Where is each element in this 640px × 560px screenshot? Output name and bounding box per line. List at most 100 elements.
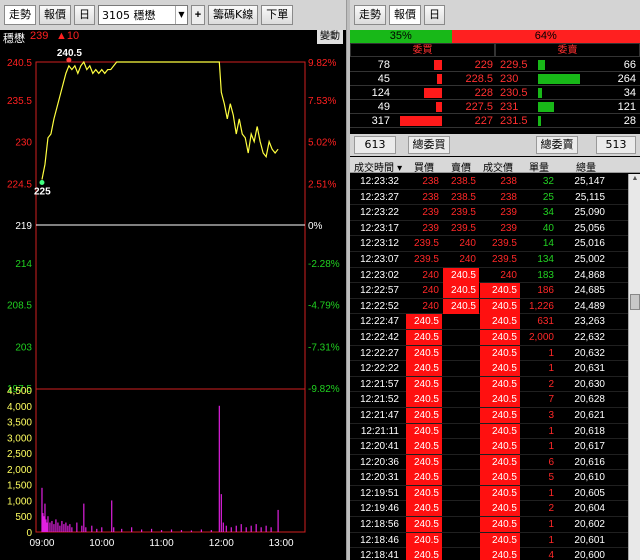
tab-day[interactable]: 日 — [424, 5, 445, 25]
ask-volume: 34 — [623, 87, 636, 99]
trade-ask: 240.5 — [443, 283, 479, 299]
trade-row[interactable]: 12:20:41 240.5 240.5 1 20,617 — [350, 439, 628, 455]
ask-depth-bar — [538, 60, 546, 70]
trade-row[interactable]: 12:21:47 240.5 240.5 3 20,621 — [350, 407, 628, 424]
trade-time: 12:18:46 — [360, 534, 399, 546]
trade-row[interactable]: 12:23:12 239.5 240 239.5 14 25,016 — [350, 236, 628, 252]
buy-ratio: 35% — [350, 30, 452, 43]
trade-time: 12:22:42 — [360, 331, 399, 343]
trade-row[interactable]: 12:23:07 239.5 240 239.5 134 25,002 — [350, 252, 628, 268]
trade-row[interactable]: 12:22:27 240.5 240.5 1 20,632 — [350, 345, 628, 362]
trade-price: 238 — [500, 176, 517, 187]
time-tick-label: 12:00 — [209, 538, 234, 549]
trade-ask — [443, 392, 479, 407]
trade-row[interactable]: 12:19:46 240.5 240.5 2 20,604 — [350, 501, 628, 518]
percent-tick-label: -2.28% — [308, 259, 340, 270]
trade-bid: 240.5 — [406, 314, 442, 330]
stock-select[interactable]: 3105 穩懋 ▼ — [98, 5, 188, 25]
trade-price: 239 — [500, 222, 517, 234]
volume-tick-label: 1,500 — [7, 481, 32, 492]
bid-total-label[interactable]: 總委買 — [408, 136, 450, 154]
percent-tick-label: -9.82% — [308, 384, 340, 395]
orderbook-row[interactable]: 78 229 229.5 66 — [350, 58, 640, 72]
tab-trend[interactable]: 走勢 — [4, 5, 36, 25]
trade-row[interactable]: 12:18:41 240.5 240.5 4 20,600 — [350, 548, 628, 560]
trade-time: 12:21:57 — [360, 378, 399, 390]
trade-price: 240.5 — [480, 314, 520, 330]
trade-row[interactable]: 12:23:02 240 240.5 240 183 24,868 — [350, 267, 628, 284]
orderbook-row[interactable]: 124 228 230.5 34 — [350, 86, 640, 100]
time-tick-label: 11:00 — [149, 538, 174, 549]
tab-quote[interactable]: 報價 — [39, 5, 71, 25]
trade-row[interactable]: 12:22:42 240.5 240.5 2,000 22,632 — [350, 329, 628, 346]
price-tick-label: 219 — [15, 221, 32, 232]
orderbook-buy-header: 委買 — [350, 43, 495, 57]
trade-ask — [443, 361, 479, 376]
trade-row[interactable]: 12:22:22 240.5 240.5 1 20,631 — [350, 361, 628, 377]
tab-trend[interactable]: 走勢 — [354, 5, 386, 25]
trade-row[interactable]: 12:23:32 238 238.5 238 32 25,147 — [350, 174, 628, 190]
orderbook-row[interactable]: 45 228.5 230 264 — [350, 72, 640, 86]
trade-volume: 1 — [548, 425, 554, 437]
trade-row[interactable]: 12:23:22 239 239.5 239 34 25,090 — [350, 205, 628, 221]
trade-time: 12:23:02 — [360, 269, 399, 281]
scroll-thumb[interactable] — [630, 294, 640, 310]
trade-total: 20,618 — [574, 425, 605, 437]
orderbook-row[interactable]: 317 227 231.5 28 — [350, 114, 640, 128]
tab-quote[interactable]: 報價 — [389, 5, 421, 25]
scroll-up-icon[interactable]: ▲ — [630, 175, 640, 185]
trade-volume: 2 — [548, 378, 554, 390]
trade-total: 20,628 — [574, 394, 605, 406]
trade-row[interactable]: 12:19:51 240.5 240.5 1 20,605 — [350, 485, 628, 502]
trade-volume: 25 — [542, 191, 554, 203]
col-ask[interactable]: 賣價 — [451, 159, 471, 174]
trade-row[interactable]: 12:23:27 238 238.5 238 25 25,115 — [350, 190, 628, 206]
trade-total: 20,631 — [574, 363, 605, 375]
change-toggle[interactable]: 變動 — [317, 30, 343, 44]
trade-row[interactable]: 12:22:57 240 240.5 240.5 186 24,685 — [350, 283, 628, 299]
trade-price: 240.5 — [480, 532, 520, 548]
col-volume[interactable]: 單量 — [529, 159, 549, 174]
trade-row[interactable]: 12:21:52 240.5 240.5 7 20,628 — [350, 392, 628, 408]
trade-row[interactable]: 12:20:36 240.5 240.5 6 20,616 — [350, 454, 628, 471]
ask-total-label[interactable]: 總委賣 — [536, 136, 578, 154]
trade-row[interactable]: 12:21:57 240.5 240.5 2 20,630 — [350, 376, 628, 393]
trade-row[interactable]: 12:23:17 239 239.5 239 40 25,056 — [350, 221, 628, 237]
intraday-chart[interactable]: 240.5 9.82% 235.5 7.53% 230 5.02% 224.5 2.51% 21… — [0, 44, 346, 560]
trade-row[interactable]: 12:20:31 240.5 240.5 5 20,610 — [350, 470, 628, 486]
trade-price: 240.5 — [480, 345, 520, 361]
trade-time: 12:23:32 — [360, 176, 399, 187]
trade-row[interactable]: 12:22:52 240 240.5 240.5 1,226 24,489 — [350, 298, 628, 315]
trade-bid: 240 — [422, 300, 439, 312]
trade-ask: 240 — [459, 238, 476, 250]
order-summary: 613 總委買 總委賣 513 — [350, 134, 640, 156]
kline-button[interactable]: 籌碼K線 — [208, 5, 259, 25]
col-bid[interactable]: 買價 — [414, 159, 434, 174]
trade-list[interactable]: 12:23:32 238 238.5 238 32 25,147 12:23:27 238 23… — [350, 174, 628, 560]
trade-list-scrollbar[interactable]: ▲ — [628, 174, 640, 560]
col-price[interactable]: 成交價 — [483, 159, 513, 174]
add-button[interactable]: + — [191, 5, 205, 25]
chevron-down-icon[interactable]: ▼ — [175, 6, 187, 24]
trade-time: 12:21:11 — [360, 425, 399, 437]
trade-bid: 238 — [422, 191, 439, 203]
trade-total: 20,621 — [574, 409, 605, 421]
trade-bid: 238 — [422, 176, 439, 187]
ask-depth-bar — [538, 102, 555, 112]
chart-header: 穩懋 239 ▲10 變動 — [0, 30, 346, 45]
trade-row[interactable]: 12:18:56 240.5 240.5 1 20,602 — [350, 517, 628, 533]
trade-total: 25,016 — [574, 238, 605, 250]
trade-bid: 240.5 — [406, 454, 442, 470]
trade-ask — [443, 455, 479, 470]
trade-bid: 240 — [422, 269, 439, 281]
trade-row[interactable]: 12:18:46 240.5 240.5 1 20,601 — [350, 532, 628, 549]
tab-day[interactable]: 日 — [74, 5, 95, 25]
trade-row[interactable]: 12:22:47 240.5 240.5 631 23,263 — [350, 314, 628, 330]
trade-price: 240.5 — [480, 283, 520, 299]
col-time[interactable]: 成交時間 ▾ — [354, 159, 402, 174]
col-total[interactable]: 總量 — [576, 159, 596, 174]
trade-row[interactable]: 12:21:11 240.5 240.5 1 20,618 — [350, 423, 628, 440]
orderbook-row[interactable]: 49 227.5 231 121 — [350, 100, 640, 114]
trade-ask — [443, 330, 479, 345]
order-button[interactable]: 下單 — [261, 5, 294, 25]
